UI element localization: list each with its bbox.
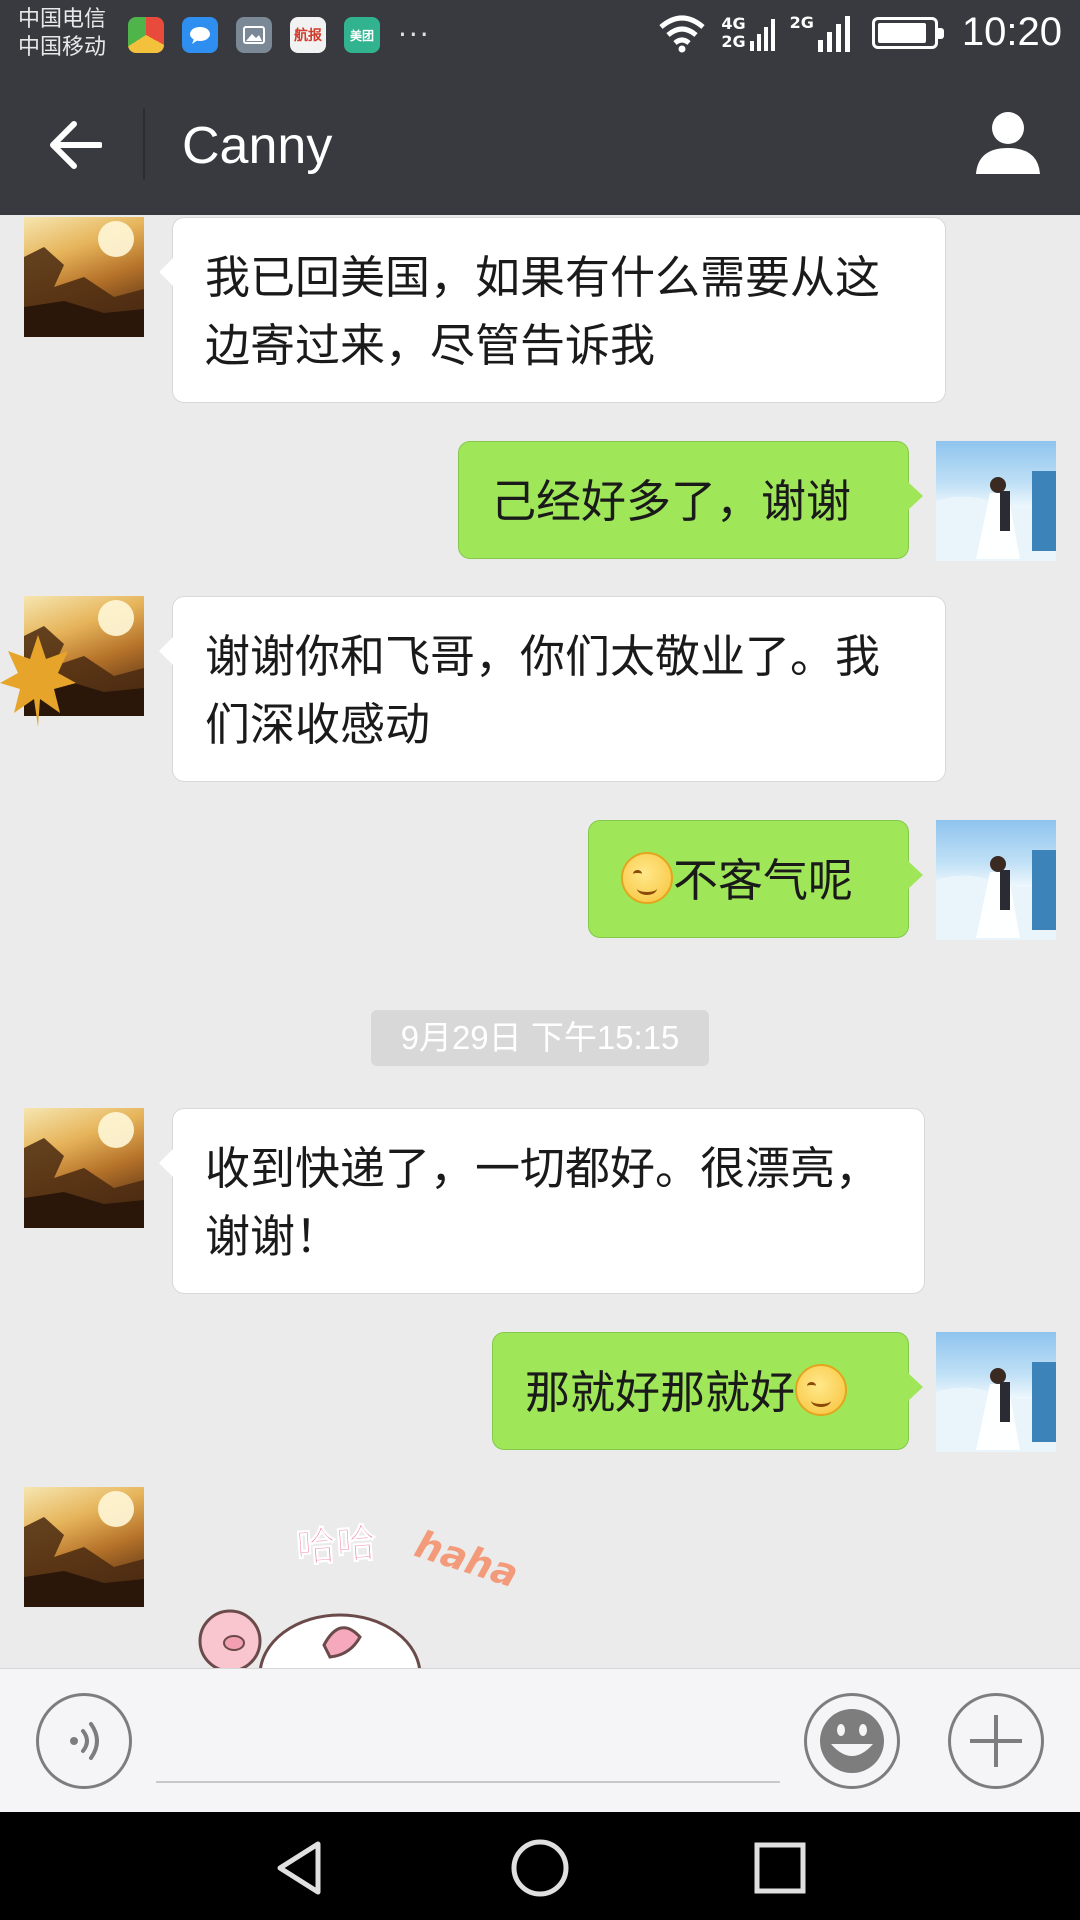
couple-photo-image (936, 850, 1056, 940)
contact-avatar[interactable] (24, 217, 144, 337)
carrier-1: 中国电信 (18, 7, 107, 32)
sunset-rock-image (24, 221, 144, 337)
emoji-button[interactable] (804, 1693, 900, 1789)
maple-leaf-icon (0, 635, 76, 727)
nav-back-button[interactable] (268, 1836, 332, 1900)
status-indicators: 4G 2G 2G 10:20 (657, 10, 1062, 55)
message-bubble-sent[interactable]: 己经好多了，谢谢 (458, 441, 923, 559)
news-icon: 航报 (290, 17, 326, 53)
signal-bars-icon (817, 15, 850, 52)
message-bubble-received[interactable]: 我已回美国，如果有什么需要从这边寄过来，尽管告诉我 (159, 217, 946, 403)
couple-photo-image (936, 1362, 1056, 1452)
nav-recent-icon (754, 1842, 806, 1894)
sticker-text-haha-cn: 哈哈 (294, 1520, 378, 1572)
gallery-icon (236, 17, 272, 53)
nav-recent-button[interactable] (748, 1836, 812, 1900)
chat-title: Canny (182, 117, 333, 175)
signal-bars-icon (749, 18, 775, 51)
input-bar (0, 1668, 1080, 1812)
message-timestamp: 9月29日 下午15:15 (371, 1010, 709, 1066)
sunset-rock-image (24, 1112, 144, 1228)
message-text: 我已回美国，如果有什么需要从这边寄过来，尽管告诉我 (205, 251, 881, 372)
message-list[interactable]: 我已回美国，如果有什么需要从这边寄过来，尽管告诉我 己经好多了，谢谢 谢谢你和飞… (0, 215, 1080, 1668)
message-text: 那就好那就好 (525, 1366, 796, 1419)
contact-avatar[interactable] (24, 1487, 144, 1607)
network-2g-label-2: 2G (789, 12, 814, 32)
network-4g-label: 4G (721, 13, 746, 33)
status-bar: 中国电信 中国移动 航报 美团 ··· 4G 2G 2G 10:20 (0, 0, 1080, 72)
chat-info-button[interactable] (972, 108, 1044, 180)
voice-icon (70, 1722, 99, 1760)
system-nav-bar (0, 1812, 1080, 1920)
message-text: 不客气呢 (673, 854, 854, 907)
nav-home-button[interactable] (508, 1836, 572, 1900)
more-functions-button[interactable] (948, 1693, 1044, 1789)
message-bubble-sent[interactable]: 那就好那就好 (492, 1332, 923, 1450)
chat-header: Canny (0, 72, 1080, 215)
sticker-message[interactable]: 哈哈 haha (190, 1505, 530, 1668)
smile-emoji-icon (795, 1364, 848, 1416)
network-2g-label: 2G (721, 31, 746, 51)
my-avatar[interactable] (936, 820, 1056, 940)
my-avatar[interactable] (936, 1332, 1056, 1452)
message-input[interactable] (156, 1709, 780, 1783)
signal-sim1: 4G 2G (721, 13, 775, 51)
message-bubble-received[interactable]: 谢谢你和飞哥，你们太敬业了。我们深收感动 (159, 596, 946, 782)
couple-photo-image (936, 471, 1056, 561)
message-text: 收到快递了，一切都好。很漂亮，谢谢！ (205, 1142, 881, 1263)
nav-home-icon (511, 1839, 569, 1897)
carrier-2: 中国移动 (18, 35, 107, 60)
signal-sim2: 2G (789, 12, 850, 52)
message-bubble-sent[interactable]: 不客气呢 (588, 820, 923, 938)
plus-icon (970, 1715, 1022, 1767)
message-icon (182, 17, 218, 53)
more-notifications-icon: ··· (398, 18, 431, 51)
notification-icons: 航报 美团 ··· (128, 17, 431, 53)
pig-sticker-icon (198, 1609, 421, 1668)
voice-input-button[interactable] (36, 1693, 132, 1789)
my-avatar[interactable] (936, 441, 1056, 561)
emoji-icon (820, 1709, 884, 1773)
sunset-rock-image (24, 1491, 144, 1607)
browser-icon (128, 17, 164, 53)
back-arrow-icon (50, 121, 102, 169)
message-text: 谢谢你和飞哥，你们太敬业了。我们深收感动 (205, 630, 881, 751)
contact-avatar[interactable] (24, 1108, 144, 1228)
carrier-info: 中国电信 中国移动 (18, 6, 106, 62)
smile-emoji-icon (621, 852, 673, 904)
header-divider (143, 108, 145, 180)
meituan-icon: 美团 (344, 17, 380, 53)
person-icon (976, 112, 1040, 174)
wifi-icon (659, 15, 705, 52)
message-bubble-received[interactable]: 收到快递了，一切都好。很漂亮，谢谢！ (159, 1108, 925, 1294)
clock: 10:20 (961, 10, 1062, 54)
nav-back-icon (277, 1841, 321, 1895)
message-text: 己经好多了，谢谢 (491, 475, 852, 528)
battery-icon (871, 16, 944, 49)
back-button[interactable] (40, 110, 110, 180)
